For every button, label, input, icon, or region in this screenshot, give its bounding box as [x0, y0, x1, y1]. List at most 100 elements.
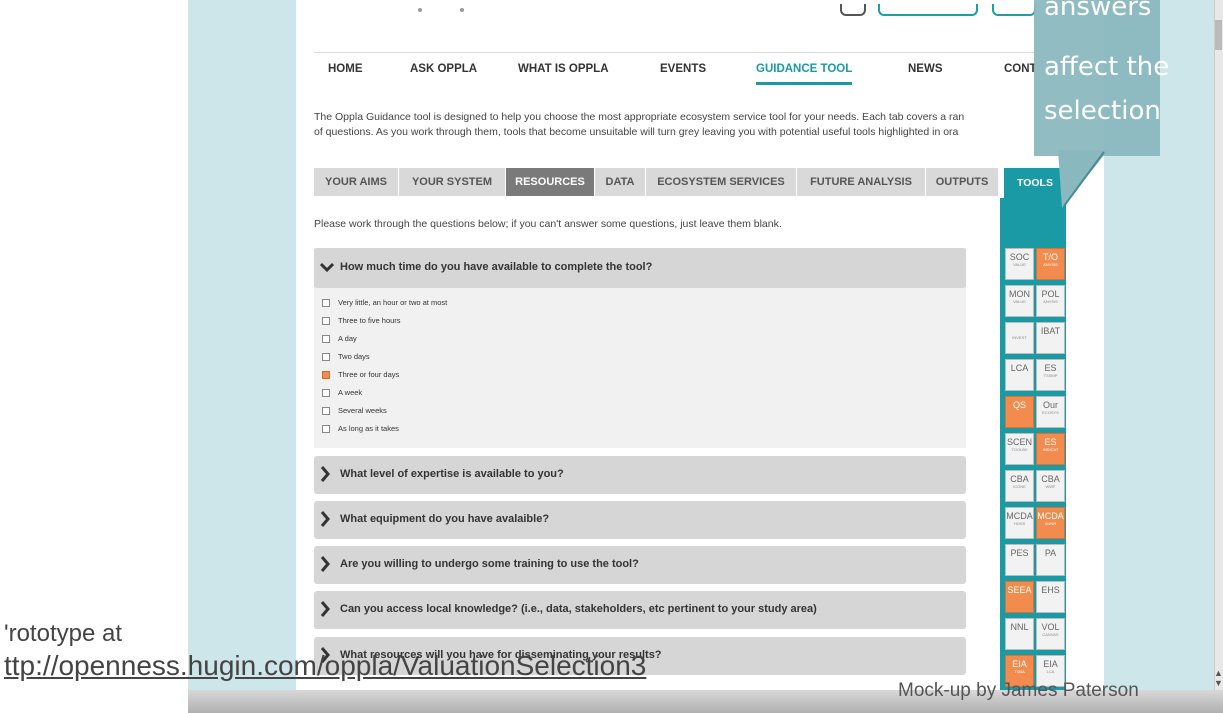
- question-title: Can you access local knowledge? (i.e., d…: [340, 603, 817, 615]
- option-row[interactable]: A day: [322, 334, 357, 344]
- tool-tile[interactable]: SCEN TOOLBX: [1005, 433, 1034, 465]
- tool-tile[interactable]: T/O ANYSIS: [1036, 248, 1065, 280]
- tab-your-aims[interactable]: YOUR AIMS: [314, 168, 399, 196]
- callout-line: answers: [1044, 0, 1152, 22]
- nav-home[interactable]: HOME: [328, 63, 363, 75]
- scrollbar-thumb[interactable]: [1215, 20, 1222, 50]
- tool-tile[interactable]: IBAT: [1036, 322, 1065, 354]
- tool-subtitle: TOOLBX: [1011, 447, 1028, 452]
- chevron-right-icon: [320, 511, 330, 531]
- tool-tile[interactable]: QS: [1005, 396, 1034, 428]
- tool-tile[interactable]: MON VALUE: [1005, 285, 1034, 317]
- tool-tile[interactable]: EHS: [1036, 581, 1065, 613]
- tool-tile[interactable]: SEEA: [1005, 581, 1034, 613]
- scrollbar[interactable]: [1214, 0, 1223, 690]
- tool-tile[interactable]: CBA ICONE: [1005, 470, 1034, 502]
- tool-name: SCEN: [1006, 437, 1032, 447]
- left-side-panel: [188, 0, 296, 690]
- tool-tile[interactable]: Our ECOSYS: [1036, 396, 1065, 428]
- question-title: What level of expertise is available to …: [340, 468, 564, 480]
- question-collapsed[interactable]: What level of expertise is available to …: [314, 456, 966, 494]
- header-button[interactable]: [992, 4, 1036, 16]
- tool-name: PES: [1010, 548, 1029, 558]
- logo-fragment: [460, 8, 464, 12]
- nav-ask-oppla[interactable]: ASK OPPLA: [410, 63, 477, 75]
- checkbox[interactable]: [322, 425, 330, 434]
- tool-subtitle: ANYSIS: [1043, 299, 1058, 304]
- tab-your-system[interactable]: YOUR SYSTEM: [399, 168, 506, 196]
- option-row[interactable]: As long as it takes: [322, 424, 399, 434]
- option-label: A day: [338, 334, 357, 343]
- nav-what-is-oppla[interactable]: WHAT IS OPPLA: [518, 63, 609, 75]
- tool-name: QS: [1012, 400, 1026, 410]
- option-label: A week: [338, 388, 363, 397]
- tool-tile[interactable]: PA: [1036, 544, 1065, 576]
- tool-subtitle: TSBA: [1014, 669, 1025, 674]
- tool-name: IBAT: [1040, 326, 1061, 336]
- question-header[interactable]: How much time do you have available to c…: [314, 248, 966, 288]
- tab-future-analysis[interactable]: FUTURE ANALYSIS: [797, 168, 926, 196]
- tool-name: EIA: [1012, 659, 1027, 669]
- tool-name: POL: [1041, 289, 1060, 299]
- callout-pointer: [1058, 150, 1108, 208]
- tab-tools[interactable]: TOOLS: [1004, 168, 1066, 198]
- checkbox[interactable]: [322, 389, 330, 398]
- prototype-label: 'rototype at: [4, 620, 122, 647]
- tool-subtitle: ICONE: [1013, 484, 1026, 489]
- option-row[interactable]: Two days: [322, 352, 370, 362]
- question-title: What equipment do you have avalaible?: [340, 513, 550, 525]
- question-collapsed[interactable]: Can you access local knowledge? (i.e., d…: [314, 591, 966, 629]
- question-collapsed[interactable]: What equipment do you have avalaible?: [314, 501, 966, 539]
- tool-tile[interactable]: INVEST: [1005, 322, 1034, 354]
- option-label: Very little, an hour or two at most: [338, 298, 448, 307]
- prototype-link[interactable]: ttp://openness.hugin.com/oppla/Valuation…: [4, 650, 646, 682]
- checkbox[interactable]: [322, 317, 330, 326]
- tool-tile[interactable]: CBA WWF: [1036, 470, 1065, 502]
- option-row[interactable]: A week: [322, 388, 363, 398]
- tool-tile[interactable]: VOL CANVAS: [1036, 618, 1065, 650]
- chevron-right-icon: [320, 556, 330, 576]
- tool-subtitle: LCA: [1046, 669, 1055, 674]
- tool-tile[interactable]: PES: [1005, 544, 1034, 576]
- tool-name: CBA: [1041, 474, 1060, 484]
- checkbox-checked[interactable]: [322, 371, 330, 380]
- nav-events[interactable]: EVENTS: [660, 63, 706, 75]
- tab-resources[interactable]: RESOURCES: [506, 168, 595, 196]
- tool-name: SEEA: [1007, 585, 1032, 595]
- nav-guidance-tool[interactable]: GUIDANCE TOOL: [756, 63, 853, 85]
- checkbox[interactable]: [322, 407, 330, 416]
- callout-line: affect the: [1044, 52, 1170, 82]
- tool-name: EHS: [1041, 585, 1060, 595]
- tool-tile[interactable]: MCDA HOSS: [1005, 507, 1034, 539]
- checkbox[interactable]: [322, 299, 330, 308]
- tool-tile[interactable]: ES INDICAT: [1036, 433, 1065, 465]
- option-row[interactable]: Three to five hours: [322, 316, 401, 326]
- tools-column: SOC VALUE T/O ANYSIS MON VALUE POL ANYSIS INVEST…: [1000, 198, 1066, 690]
- nav-contact[interactable]: CONT: [1004, 63, 1037, 75]
- checkbox[interactable]: [322, 335, 330, 344]
- tool-tile[interactable]: POL ANYSIS: [1036, 285, 1065, 317]
- tool-tile[interactable]: MCDA AUNR: [1036, 507, 1065, 539]
- tab-ecosystem-services[interactable]: ECOSYSTEM SERVICES: [646, 168, 797, 196]
- chevron-right-icon: [320, 601, 330, 621]
- tool-tile[interactable]: ES TSSMP: [1036, 359, 1065, 391]
- scroll-down-icon[interactable]: ▲ ▼: [1214, 668, 1223, 688]
- tool-subtitle: ECOSYS: [1042, 410, 1059, 415]
- tool-subtitle: VALUE: [1013, 299, 1026, 304]
- option-row[interactable]: Very little, an hour or two at most: [322, 298, 448, 308]
- question-collapsed[interactable]: Are you willing to undergo some training…: [314, 546, 966, 584]
- tool-tile[interactable]: SOC VALUE: [1005, 248, 1034, 280]
- nav-news[interactable]: NEWS: [908, 63, 943, 75]
- option-row[interactable]: Three or four days: [322, 370, 399, 380]
- option-row[interactable]: Several weeks: [322, 406, 387, 416]
- tool-subtitle: WWF: [1045, 484, 1056, 489]
- tab-data[interactable]: DATA: [595, 168, 646, 196]
- question-title: Are you willing to undergo some training…: [340, 558, 639, 570]
- header-button[interactable]: [840, 4, 866, 16]
- checkbox[interactable]: [322, 353, 330, 362]
- tool-tile[interactable]: LCA: [1005, 359, 1034, 391]
- tab-outputs[interactable]: OUTPUTS: [926, 168, 999, 196]
- header-button[interactable]: [878, 4, 978, 16]
- tool-tile[interactable]: NNL: [1005, 618, 1034, 650]
- tool-name: PA: [1044, 548, 1057, 558]
